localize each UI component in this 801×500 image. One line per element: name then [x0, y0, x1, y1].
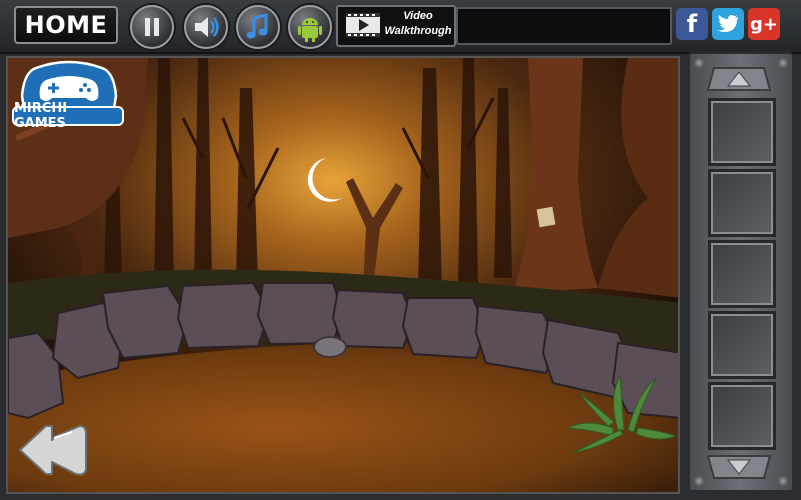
- android-icon: [298, 18, 322, 42]
- sound-button[interactable]: [184, 5, 228, 49]
- empty-banner-area: [456, 7, 672, 45]
- inventory-scroll-down-button[interactable]: [704, 452, 774, 482]
- speaker-icon: [195, 17, 219, 37]
- triangle-up-icon: [706, 67, 772, 91]
- facebook-button[interactable]: f: [676, 8, 708, 40]
- video-walkthrough-button[interactable]: Video Walkthrough: [336, 5, 456, 47]
- home-button[interactable]: HOME: [14, 6, 118, 44]
- screw: [694, 476, 704, 486]
- facebook-icon: f: [686, 10, 698, 38]
- pause-icon: [145, 18, 159, 36]
- inventory-slot-5[interactable]: [708, 382, 776, 450]
- note-on-tree: [536, 206, 556, 228]
- twitter-icon: [717, 15, 738, 33]
- top-toolbar: HOME Video Walkthrough f g+: [0, 0, 801, 54]
- music-button[interactable]: [236, 5, 280, 49]
- google-plus-icon: g+: [750, 13, 778, 35]
- android-button[interactable]: [288, 5, 332, 49]
- film-icon: [346, 13, 380, 37]
- double-arrow-left-icon: [19, 425, 87, 476]
- inventory-panel: [688, 52, 794, 492]
- mirchi-games-logo: MIRCHI GAMES: [10, 60, 128, 132]
- screw: [694, 58, 704, 68]
- inventory-scroll-up-button[interactable]: [704, 64, 774, 94]
- inventory-slot-2[interactable]: [708, 169, 776, 237]
- screw: [778, 476, 788, 486]
- music-note-icon: [246, 13, 268, 39]
- google-plus-button[interactable]: g+: [748, 8, 780, 40]
- video-walkthrough-label: Video Walkthrough: [384, 10, 452, 37]
- small-rock: [313, 336, 347, 358]
- triangle-down-icon: [706, 455, 772, 479]
- brand-name: MIRCHI GAMES: [12, 101, 124, 131]
- twitter-button[interactable]: [712, 8, 744, 40]
- inventory-slot-4[interactable]: [708, 311, 776, 379]
- inventory-slot-3[interactable]: [708, 240, 776, 308]
- screw: [778, 58, 788, 68]
- inventory-slot-1[interactable]: [708, 98, 776, 166]
- pause-button[interactable]: [130, 5, 174, 49]
- back-button[interactable]: [14, 420, 88, 480]
